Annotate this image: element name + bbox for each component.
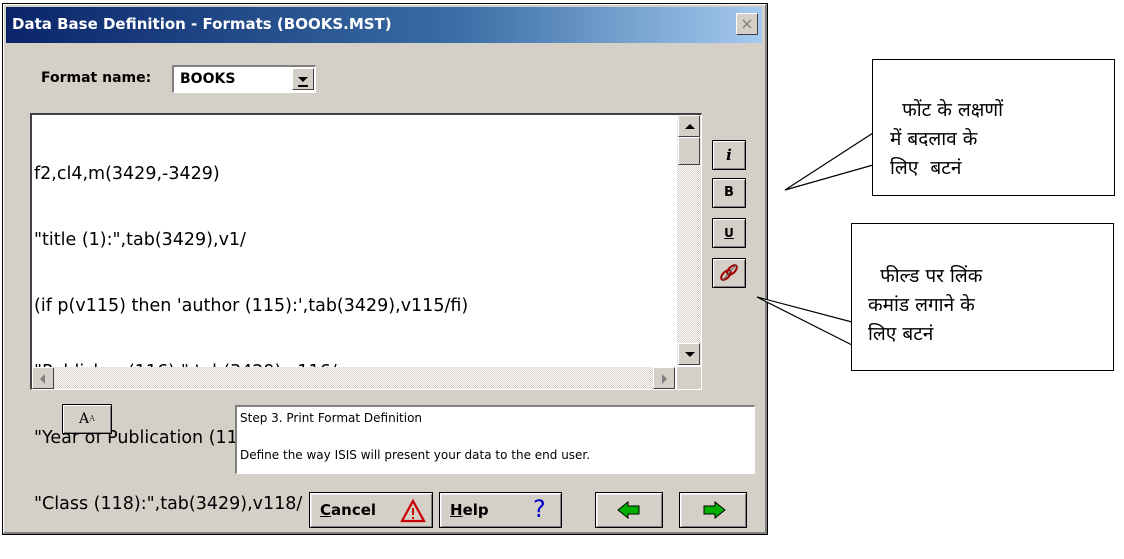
- arrow-left-icon: [40, 374, 45, 384]
- editor-line: (if p(v115) then 'author (115):',tab(342…: [34, 296, 469, 316]
- font-icon: A: [79, 411, 90, 427]
- status-description: Define the way ISIS will present your da…: [240, 448, 591, 462]
- horizontal-scrollbar[interactable]: [32, 367, 675, 389]
- callout-font-attributes: फोंट के लक्षणों में बदलाव के लिए बटनं: [872, 59, 1115, 196]
- back-button[interactable]: [595, 492, 663, 528]
- arrow-up-icon: [685, 124, 695, 129]
- bold-button[interactable]: B: [712, 178, 746, 208]
- help-button[interactable]: Help ?: [439, 492, 562, 528]
- underline-icon: U: [724, 226, 734, 240]
- title-bar[interactable]: Data Base Definition - Formats (BOOKS.MS…: [6, 7, 762, 43]
- help-label: Help: [450, 501, 489, 519]
- callout-font-attributes-text: फोंट के लक्षणों में बदलाव के लिए बटनं: [890, 99, 1004, 179]
- arrow-down-icon: [685, 352, 695, 357]
- chevron-down-icon: [298, 77, 308, 82]
- link-icon: [720, 264, 738, 282]
- italic-icon: i: [726, 146, 732, 164]
- cancel-button[interactable]: Cancel: [309, 492, 433, 528]
- dropdown-button[interactable]: [292, 68, 314, 90]
- link-field-button[interactable]: [712, 258, 746, 288]
- font-button[interactable]: AA: [62, 404, 112, 434]
- scroll-left-button[interactable]: [32, 367, 54, 389]
- scroll-right-button[interactable]: [653, 367, 675, 389]
- next-button[interactable]: [679, 492, 747, 528]
- cancel-label: Cancel: [320, 501, 377, 519]
- arrow-left-green-icon: [617, 501, 640, 519]
- bold-icon: B: [724, 185, 734, 200]
- editor-line: "title (1):",tab(3429),v1/: [34, 230, 246, 250]
- scroll-up-button[interactable]: [678, 115, 700, 137]
- scroll-corner: [677, 367, 701, 389]
- callout-link-command-text: फील्ड पर लिंक कमांड लगाने के लिए बटनं: [868, 265, 983, 345]
- help-icon: ?: [533, 495, 546, 523]
- editor-line: f2,cl4,m(3429,-3429): [34, 164, 220, 184]
- scroll-down-button[interactable]: [678, 343, 700, 365]
- dialog-window: Data Base Definition - Formats (BOOKS.MS…: [2, 3, 768, 535]
- format-name-select[interactable]: BOOKS: [172, 65, 316, 93]
- format-editor[interactable]: f2,cl4,m(3429,-3429) "title (1):",tab(34…: [30, 113, 702, 514]
- status-panel: Step 3. Print Format Definition Define t…: [235, 405, 755, 474]
- format-name-value: BOOKS: [180, 71, 236, 87]
- close-icon: ×: [740, 14, 754, 33]
- callout-link-command: फील्ड पर लिंक कमांड लगाने के लिए बटनं: [851, 223, 1114, 371]
- arrow-right-icon: [662, 374, 667, 384]
- warning-icon: [400, 499, 426, 523]
- window-title: Data Base Definition - Formats (BOOKS.MS…: [12, 15, 392, 33]
- vertical-scrollbar[interactable]: [677, 115, 701, 365]
- scroll-thumb[interactable]: [678, 137, 700, 165]
- close-button[interactable]: ×: [736, 13, 758, 35]
- italic-button[interactable]: i: [712, 140, 746, 170]
- format-name-label: Format name:: [41, 70, 152, 86]
- underline-button[interactable]: U: [712, 218, 746, 248]
- arrow-right-green-icon: [703, 501, 726, 519]
- status-step: Step 3. Print Format Definition: [240, 411, 423, 425]
